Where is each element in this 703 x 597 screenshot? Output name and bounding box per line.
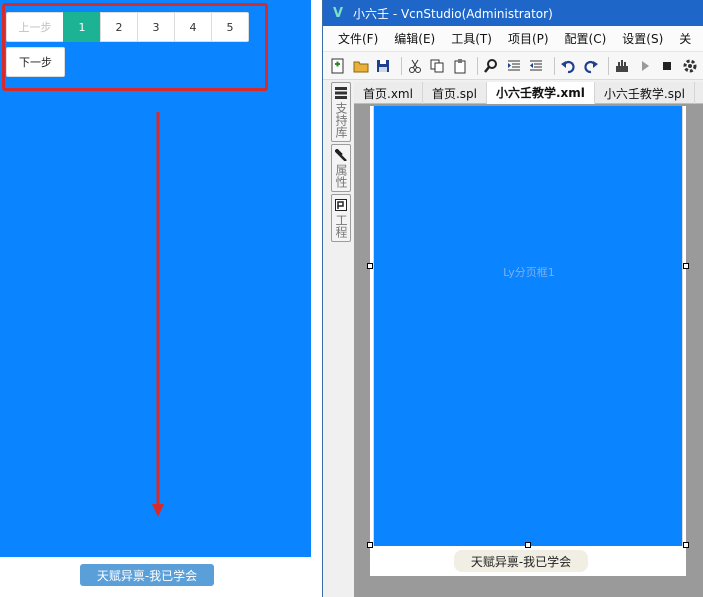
cut-icon[interactable]	[406, 56, 425, 76]
tab-lesson-xml[interactable]: 小六壬教学.xml	[486, 82, 595, 104]
page-4-button[interactable]: 4	[174, 12, 212, 42]
window-title: 小六壬 - VcnStudio(Administrator)	[353, 6, 553, 21]
tab-lesson-spl[interactable]: 小六壬教学.spl	[595, 82, 695, 104]
properties-icon	[334, 148, 348, 162]
designer-footer-badge[interactable]: 天赋异禀-我已学会	[454, 550, 588, 572]
build-icon[interactable]	[613, 56, 632, 76]
dock-tab-library[interactable]: 支持库	[331, 82, 351, 142]
screenshot-root: 上一步 1 2 3 4 5 下一步 天赋异禀-我已学会 V 小六壬 - VcnS…	[0, 0, 703, 597]
toolbar-separator	[477, 56, 479, 75]
menu-tools[interactable]: 工具(T)	[451, 30, 492, 47]
resize-handle[interactable]	[683, 263, 689, 269]
toolbar-separator	[400, 56, 402, 75]
resize-handle[interactable]	[683, 542, 689, 548]
next-page-button[interactable]: 下一步	[6, 47, 65, 77]
settings-icon[interactable]	[680, 56, 699, 76]
left-dock: 支持库 属性 工程	[331, 82, 351, 244]
designer-workspace: 首页.xml 首页.spl 小六壬教学.xml 小六壬教学.spl Ly分页框1…	[354, 82, 703, 597]
menu-project[interactable]: 项目(P)	[508, 30, 549, 47]
toolbar	[323, 52, 703, 80]
prev-page-button[interactable]: 上一步	[6, 12, 64, 42]
indent-icon[interactable]	[505, 56, 524, 76]
menu-settings[interactable]: 设置(S)	[622, 30, 663, 47]
paste-icon[interactable]	[451, 56, 470, 76]
menu-file[interactable]: 文件(F)	[338, 30, 378, 47]
canvas-margin	[370, 576, 686, 597]
resize-handle[interactable]	[525, 542, 531, 548]
dock-tab-label: 支持库	[334, 102, 348, 138]
open-icon[interactable]	[352, 56, 371, 76]
ide-window: V 小六壬 - VcnStudio(Administrator) 文件(F) 编…	[322, 0, 703, 597]
tab-home-spl[interactable]: 首页.spl	[423, 82, 487, 104]
window-divider	[311, 0, 322, 597]
new-icon[interactable]	[329, 56, 348, 76]
pagination: 上一步 1 2 3 4 5	[6, 12, 249, 42]
dock-tab-project[interactable]: 工程	[331, 194, 351, 242]
undo-icon[interactable]	[559, 56, 578, 76]
menu-config[interactable]: 配置(C)	[565, 30, 607, 47]
component-label: Ly分页框1	[503, 266, 555, 279]
menu-edit[interactable]: 编辑(E)	[394, 30, 435, 47]
document-tabs: 首页.xml 首页.spl 小六壬教学.xml 小六壬教学.spl	[354, 82, 703, 104]
save-icon[interactable]	[374, 56, 393, 76]
copy-icon[interactable]	[428, 56, 447, 76]
title-bar: V 小六壬 - VcnStudio(Administrator)	[323, 0, 703, 26]
outdent-icon[interactable]	[527, 56, 546, 76]
component-library-icon	[334, 86, 348, 100]
down-arrow-annotation	[152, 112, 164, 517]
menu-bar: 文件(F) 编辑(E) 工具(T) 项目(P) 配置(C) 设置(S) 关	[323, 26, 703, 52]
stop-icon[interactable]	[658, 56, 677, 76]
resize-handle[interactable]	[367, 263, 373, 269]
preview-footer-badge: 天赋异禀-我已学会	[80, 564, 214, 586]
page-2-button[interactable]: 2	[100, 12, 138, 42]
run-icon[interactable]	[635, 56, 654, 76]
dock-tab-label: 工程	[334, 214, 348, 238]
dock-tab-properties[interactable]: 属性	[331, 144, 351, 192]
page-1-button[interactable]: 1	[63, 12, 101, 42]
redo-icon[interactable]	[581, 56, 600, 76]
toolbar-separator	[607, 56, 609, 75]
dock-tab-label: 属性	[334, 164, 348, 188]
toolbar-separator	[553, 56, 555, 75]
page-5-button[interactable]: 5	[211, 12, 249, 42]
find-icon[interactable]	[482, 56, 501, 76]
pager-component[interactable]: Ly分页框1	[373, 106, 683, 546]
app-preview: 上一步 1 2 3 4 5 下一步	[0, 0, 311, 557]
menu-about[interactable]: 关	[679, 30, 691, 47]
project-icon	[334, 198, 348, 212]
page-3-button[interactable]: 3	[137, 12, 175, 42]
vcnstudio-logo-icon: V	[332, 5, 344, 21]
resize-handle[interactable]	[367, 542, 373, 548]
tab-home-xml[interactable]: 首页.xml	[354, 82, 423, 104]
